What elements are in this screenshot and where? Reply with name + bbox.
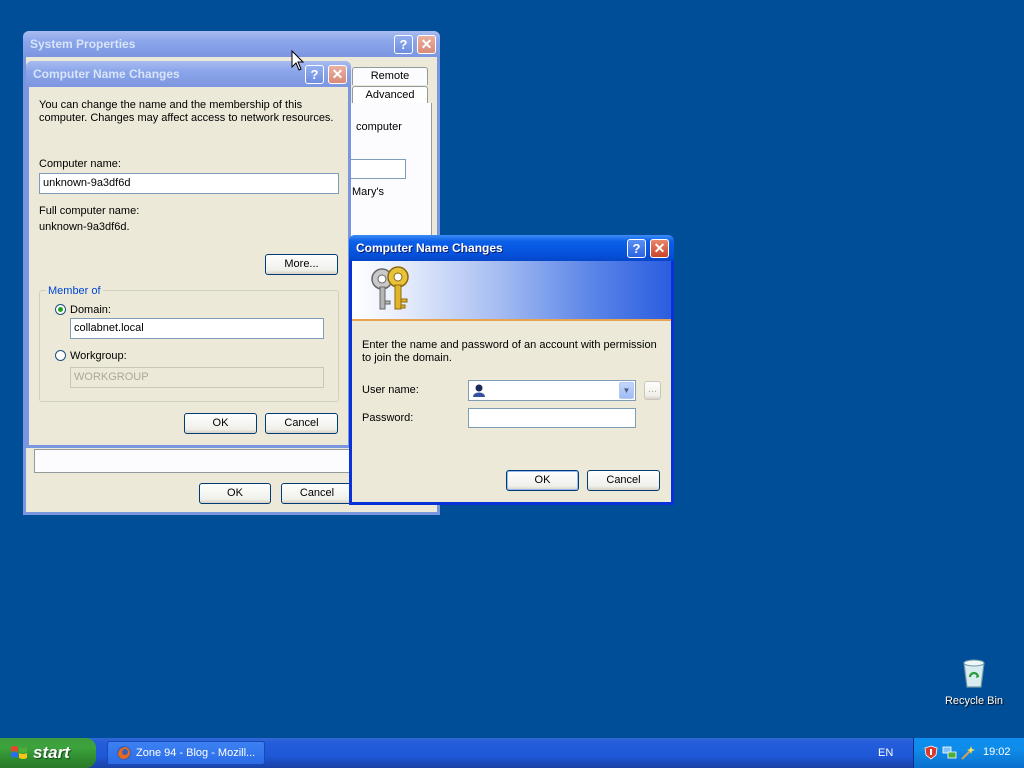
close-icon[interactable]: ✕	[650, 239, 669, 258]
password-label: Password:	[362, 412, 414, 424]
domain-field[interactable]: collabnet.local	[70, 318, 324, 339]
help-icon[interactable]: ?	[394, 35, 413, 54]
cursor-icon	[291, 50, 305, 71]
tab-advanced-label: Advanced	[365, 89, 415, 101]
close-icon[interactable]: ✕	[328, 65, 347, 84]
task-label: Zone 94 - Blog - Mozill...	[136, 747, 256, 759]
keys-icon	[371, 266, 409, 310]
cnc2-ok-button[interactable]: OK	[506, 470, 579, 491]
workgroup-label: Workgroup:	[70, 350, 127, 362]
sysprops-ok-button[interactable]: OK	[199, 483, 271, 504]
recycle-bin-label: Recycle Bin	[944, 695, 1004, 707]
cnc2-cancel-label: Cancel	[606, 474, 641, 486]
user-icon	[473, 384, 485, 397]
tab-remote[interactable]: Remote	[352, 67, 428, 85]
clock[interactable]: 19:02	[983, 746, 1011, 758]
dropdown-icon[interactable]: ▼	[619, 382, 634, 399]
browse-users-label: ...	[647, 383, 658, 395]
firefox-icon	[117, 746, 131, 760]
start-button[interactable]: start	[0, 738, 96, 768]
domain-credentials-dialog: Computer Name Changes ? ✕ Enter the name…	[349, 235, 674, 505]
cnc2-intro-line1: Enter the name and password of an accoun…	[362, 339, 657, 351]
sysprops-cancel-label: Cancel	[299, 487, 335, 499]
workgroup-field[interactable]: WORKGROUP	[70, 367, 324, 388]
member-of-label: Member of	[46, 285, 103, 297]
windows-logo-icon	[11, 746, 27, 759]
computer-name-field[interactable]: unknown-9a3df6d	[39, 173, 339, 194]
browse-users-button[interactable]: ...	[644, 381, 661, 400]
computer-name-changes-window: Computer Name Changes ? ✕ You can change…	[26, 61, 351, 448]
cnc1-intro-line2: computer. Changes may affect access to n…	[39, 112, 334, 124]
keys-banner	[352, 261, 671, 321]
workgroup-radio[interactable]	[55, 350, 66, 361]
help-icon[interactable]: ?	[305, 65, 324, 84]
wand-icon[interactable]	[960, 745, 976, 761]
recycle-bin[interactable]: Recycle Bin	[940, 655, 1008, 711]
cnc1-ok-label: OK	[212, 417, 229, 429]
cnc1-intro-line1: You can change the name and the membersh…	[39, 99, 303, 111]
network-icon[interactable]	[942, 745, 957, 760]
password-field[interactable]	[468, 408, 636, 428]
sysprops-ok-label: OK	[227, 487, 243, 499]
full-computer-name-value: unknown-9a3df6d.	[39, 221, 130, 233]
system-properties-titlebar[interactable]: System Properties	[23, 31, 440, 57]
start-label: start	[33, 743, 70, 762]
partial-description-field[interactable]	[348, 159, 406, 179]
cnc1-cancel-label: Cancel	[284, 417, 319, 429]
security-shield-icon[interactable]	[924, 745, 938, 760]
domain-radio[interactable]	[55, 304, 66, 315]
taskbar: start Zone 94 - Blog - Mozill... EN 19:0…	[0, 738, 1024, 768]
system-properties-title: System Properties	[30, 37, 136, 51]
sysprops-cancel-button[interactable]: Cancel	[281, 483, 353, 504]
recycle-bin-icon	[963, 659, 985, 688]
cnc2-cancel-button[interactable]: Cancel	[587, 470, 660, 491]
tab-remote-label: Remote	[370, 70, 410, 82]
partial-text-computer: computer	[356, 121, 402, 133]
full-computer-name-label: Full computer name:	[39, 205, 140, 217]
language-indicator[interactable]: EN	[878, 747, 893, 759]
cnc1-ok-button[interactable]: OK	[184, 413, 257, 434]
cnc2-ok-label: OK	[534, 474, 551, 486]
more-button[interactable]: More...	[265, 254, 338, 275]
computer-name-label: Computer name:	[39, 158, 121, 170]
partial-text-marys: Mary's	[352, 186, 385, 198]
help-icon[interactable]: ?	[627, 239, 646, 258]
username-label: User name:	[362, 384, 419, 396]
domain-label: Domain:	[70, 304, 111, 316]
tab-advanced[interactable]: Advanced	[352, 86, 428, 104]
more-label: More...	[284, 258, 319, 270]
close-icon[interactable]: ✕	[417, 35, 436, 54]
username-combobox[interactable]	[468, 380, 636, 401]
cnc2-intro-line2: to join the domain.	[362, 352, 452, 364]
cnc2-titlebar[interactable]: Computer Name Changes	[349, 235, 674, 261]
cnc1-title: Computer Name Changes	[33, 67, 180, 81]
system-tray: 19:02	[913, 738, 1024, 768]
cnc2-title: Computer Name Changes	[356, 241, 503, 255]
cnc1-cancel-button[interactable]: Cancel	[265, 413, 338, 434]
